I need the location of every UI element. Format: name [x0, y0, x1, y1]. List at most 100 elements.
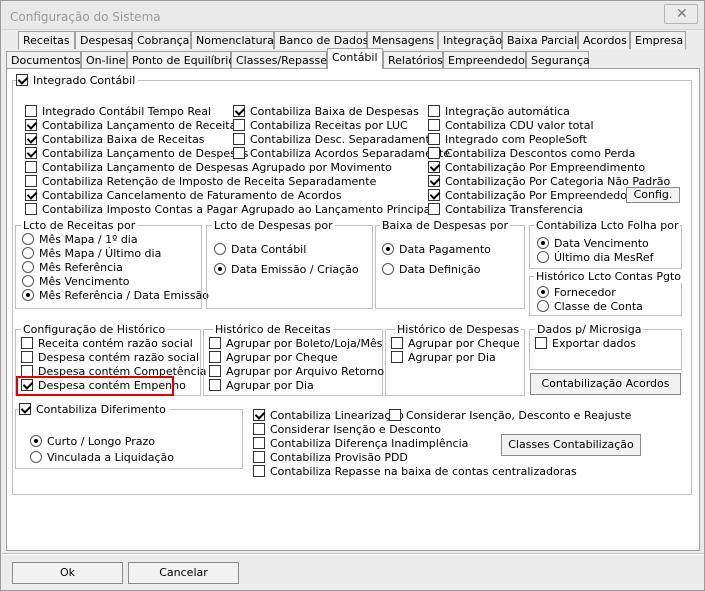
tab-acordos[interactable]: Acordos [578, 31, 630, 49]
cb-cdu-valor-total[interactable]: Contabiliza CDU valor total [428, 119, 594, 132]
cb-lanc-receitas[interactable]: Contabiliza Lançamento de Receitas [25, 119, 242, 132]
tab-nomenclatura[interactable]: Nomenclatura [191, 31, 274, 49]
tab-baixa-parcial[interactable]: Baixa Parcial [502, 31, 578, 49]
checkbox-icon [233, 119, 245, 131]
cb-linearizacao[interactable]: Contabiliza Linearização [253, 409, 404, 422]
tab-empresa[interactable]: Empresa [630, 31, 686, 49]
check-icon [25, 133, 37, 145]
checkbox-icon [209, 337, 221, 349]
tab-empreendedor[interactable]: Empreendedor [443, 51, 529, 69]
cb-agrupar-boleto[interactable]: Agrupar por Boleto/Loja/Mês [209, 337, 382, 350]
highlight-box [16, 376, 174, 396]
cb-despesas-agrupado[interactable]: Contabiliza Lançamento de Despesas Agrup… [25, 161, 392, 174]
check-icon [428, 189, 440, 201]
radio-mes-referencia[interactable]: Mês Referência [22, 261, 123, 274]
tab-relatorios[interactable]: Relatórios [383, 51, 443, 69]
cancel-button[interactable]: Cancelar [128, 562, 239, 584]
cb-exportar-dados[interactable]: Exportar dados [535, 337, 636, 350]
close-button[interactable]: ✕ [664, 4, 698, 24]
radio-data-vencimento[interactable]: Data Vencimento [537, 237, 649, 250]
tab-ponto-equilibrio[interactable]: Ponto de Equilíbrio [127, 51, 235, 69]
radio-icon [22, 275, 34, 287]
cb-provisao-pdd[interactable]: Contabiliza Provisão PDD [253, 451, 408, 464]
radio-icon [214, 243, 226, 255]
radio-data-emissao[interactable]: Data Emissão / Criação [214, 263, 359, 276]
checkbox-icon [253, 451, 265, 463]
radio-vinculada-liquidacao[interactable]: Vinculada a Liquidação [30, 451, 174, 464]
config-window: Configuração do Sistema ✕ Receitas Despe… [0, 0, 705, 591]
cb-por-empreendimento[interactable]: Contabilização Por Empreendimento [428, 161, 645, 174]
tab-seguranca[interactable]: Segurança [526, 51, 590, 69]
tab-cobranca[interactable]: Cobrança [132, 31, 191, 49]
integrado-contabil-checkbox[interactable]: Integrado Contábil [16, 74, 139, 87]
tab-documentos[interactable]: Documentos [6, 51, 81, 69]
checkbox-icon [535, 337, 547, 349]
historico-pgto-title: Histórico Lcto Contas Pgto [534, 270, 683, 283]
cb-diferenca-inadimplencia[interactable]: Contabiliza Diferença Inadimplência [253, 437, 468, 450]
checkbox-icon [428, 203, 440, 215]
radio-mes-vencimento[interactable]: Mês Vencimento [22, 275, 130, 288]
cb-isencao-desconto[interactable]: Considerar Isenção e Desconto [253, 423, 441, 436]
checkbox-icon [233, 147, 245, 159]
radio-ultimo-dia-mesref[interactable]: Último dia MesRef [537, 251, 653, 264]
cb-repasse-centralizadoras[interactable]: Contabiliza Repasse na baixa de contas c… [253, 465, 577, 478]
cb-baixa-receitas[interactable]: Contabiliza Baixa de Receitas [25, 133, 205, 146]
cb-tempo-real[interactable]: Integrado Contábil Tempo Real [25, 105, 211, 118]
cb-baixa-despesas[interactable]: Contabiliza Baixa de Despesas [233, 105, 419, 118]
classes-contabilizacao-button[interactable]: Classes Contabilização [501, 434, 641, 456]
cb-imposto-agrupado[interactable]: Contabiliza Imposto Contas a Pagar Agrup… [25, 203, 433, 216]
check-icon [233, 105, 245, 117]
tab-classes-repasse[interactable]: Classes/Repasse [231, 51, 327, 69]
tab-contabil[interactable]: Contábil [327, 48, 383, 69]
cb-cancelamento-acordos[interactable]: Contabiliza Cancelamento de Faturamento … [25, 189, 342, 202]
radio-curto-longo-prazo[interactable]: Curto / Longo Prazo [30, 435, 155, 448]
cb-receitas-luc[interactable]: Contabiliza Receitas por LUC [233, 119, 408, 132]
cb-contabiliza-diferimento[interactable]: Contabiliza Diferimento [19, 403, 169, 416]
radio-mes-mapa-1dia[interactable]: Mês Mapa / 1º dia [22, 233, 138, 246]
radio-icon [22, 261, 34, 273]
radio-classe-conta[interactable]: Classe de Conta [537, 300, 643, 313]
hist-despesas-title: Histórico de Despesas [395, 323, 522, 336]
tab-integracao[interactable]: Integração [438, 31, 502, 49]
checkbox-icon [209, 379, 221, 391]
cb-isencao-desconto-reajuste[interactable]: Considerar Isenção, Desconto e Reajuste [389, 409, 631, 422]
cb-agrupar-dia-desp[interactable]: Agrupar por Dia [391, 351, 496, 364]
tab-banco-de-dados[interactable]: Banco de Dados [274, 31, 368, 49]
tab-mensagens[interactable]: Mensagens [367, 31, 438, 49]
radio-fornecedor[interactable]: Fornecedor [537, 286, 616, 299]
ok-button[interactable]: Ok [12, 562, 123, 584]
radio-referencia-emissao[interactable]: Mês Referência / Data Emissão [22, 289, 209, 302]
cb-integracao-automatica[interactable]: Integração automática [428, 105, 570, 118]
cb-agrupar-arquivo-retorno[interactable]: Agrupar por Arquivo Retorno [209, 365, 384, 378]
cb-acordos-separadamente[interactable]: Contabiliza Acordos Separadamente [233, 147, 450, 160]
config-button[interactable]: Config. [626, 187, 680, 203]
cb-retencao-imposto[interactable]: Contabiliza Retenção de Imposto de Recei… [25, 175, 376, 188]
cb-transferencia[interactable]: Contabiliza Transferencia [428, 203, 583, 216]
radio-data-definicao[interactable]: Data Definição [382, 263, 480, 276]
radio-icon [382, 263, 394, 275]
checkbox-icon [428, 133, 440, 145]
tab-despesas[interactable]: Despesas [75, 31, 133, 49]
cb-desc-separadamente[interactable]: Contabiliza Desc. Separadamente [233, 133, 437, 146]
cb-peoplesoft[interactable]: Integrado com PeopleSoft [428, 133, 587, 146]
cb-agrupar-cheque-desp[interactable]: Agrupar por Cheque [391, 337, 520, 350]
cb-agrupar-dia-rec[interactable]: Agrupar por Dia [209, 379, 314, 392]
radio-data-contabil[interactable]: Data Contábil [214, 243, 306, 256]
radio-mes-mapa-ultimo[interactable]: Mês Mapa / Último dia [22, 247, 161, 260]
tab-receitas[interactable]: Receitas [18, 31, 75, 49]
close-icon: ✕ [676, 6, 688, 22]
cb-receita-razao-social[interactable]: Receita contém razão social [21, 337, 193, 350]
cb-agrupar-cheque-rec[interactable]: Agrupar por Cheque [209, 351, 338, 364]
radio-icon [22, 247, 34, 259]
tab-on-line[interactable]: On-line [81, 51, 127, 69]
cb-por-empreendedor[interactable]: Contabilização Por Empreendedor [428, 189, 632, 202]
cb-lanc-despesas[interactable]: Contabiliza Lançamento de Despesas [25, 147, 248, 160]
title-bar: Configuração do Sistema ✕ [2, 2, 704, 30]
checkbox-icon [21, 351, 33, 363]
lcto-receitas-title: Lcto de Receitas por [21, 219, 138, 232]
window-title: Configuração do Sistema [10, 10, 161, 24]
cb-despesa-razao-social[interactable]: Despesa contém razão social [21, 351, 199, 364]
cb-descontos-perda[interactable]: Contabiliza Descontos como Perda [428, 147, 635, 160]
contabilizacao-acordos-button[interactable]: Contabilização Acordos [530, 373, 681, 395]
radio-data-pagamento[interactable]: Data Pagamento [382, 243, 491, 256]
